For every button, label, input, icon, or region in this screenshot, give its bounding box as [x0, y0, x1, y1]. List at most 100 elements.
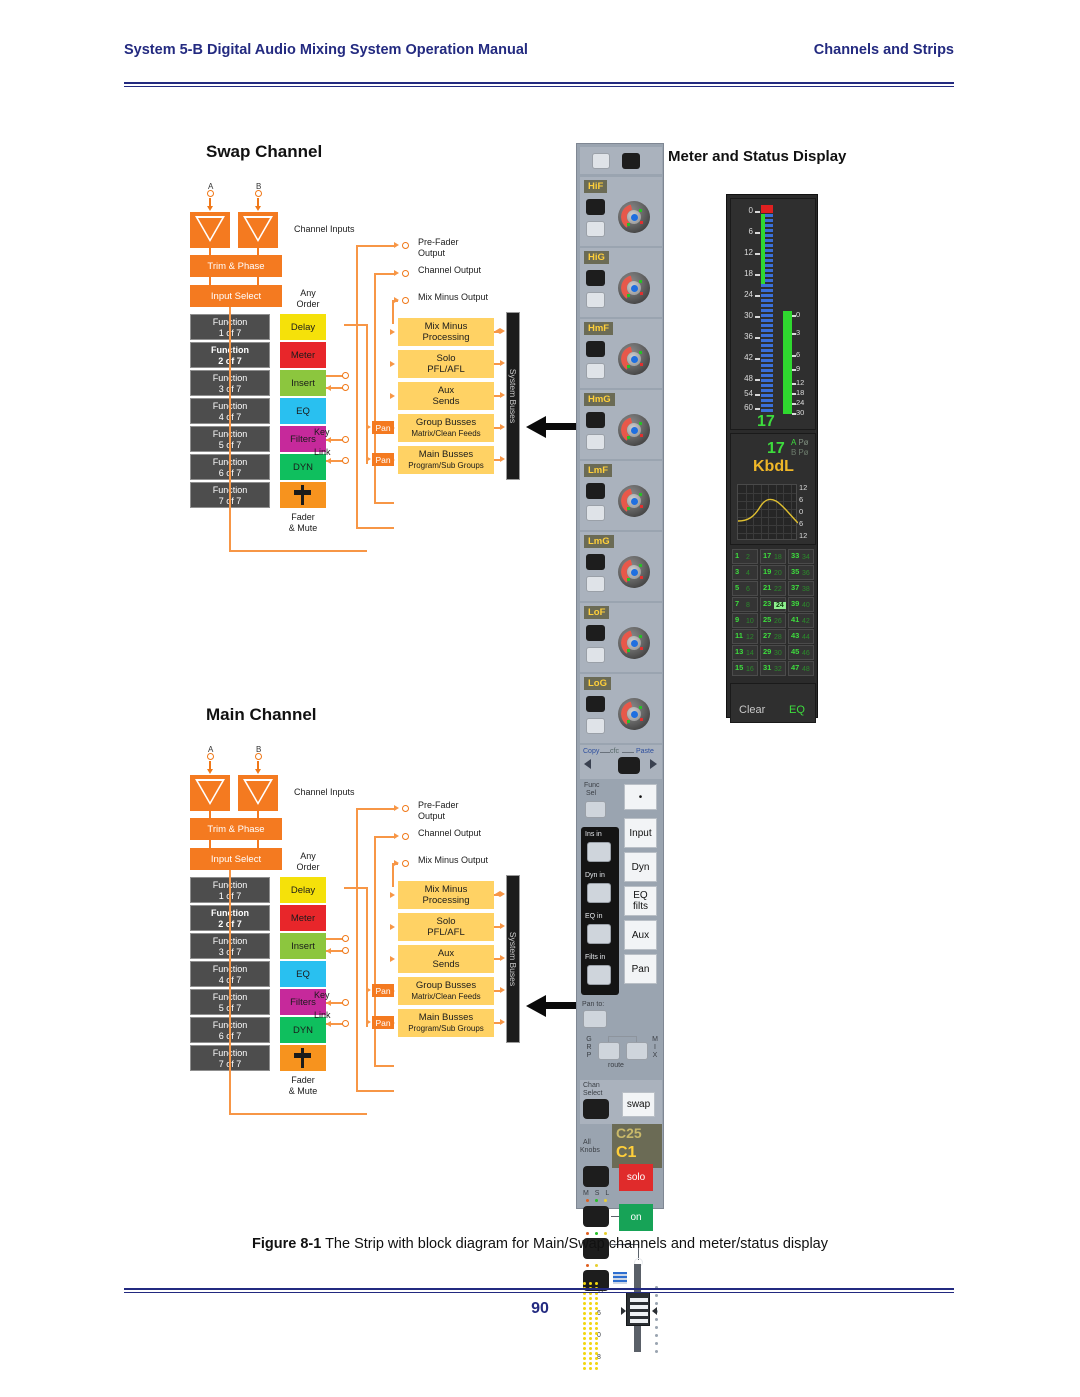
bus-grid-cell-7-8[interactable]: 78	[732, 597, 758, 612]
swap-bus-block-5[interactable]: Main Busses Program/Sub Groups	[398, 446, 494, 474]
main-bus-block-3[interactable]: Aux Sends	[398, 945, 494, 973]
route-mix-button[interactable]	[626, 1042, 648, 1060]
bus-grid-cell-9-10[interactable]: 9 10	[732, 613, 758, 628]
eq-band-lof-knob[interactable]	[618, 627, 650, 659]
bus-grid-cell-45-46[interactable]: 45 46	[788, 645, 814, 660]
bus-grid-cell-25-26[interactable]: 25 26	[760, 613, 786, 628]
bus-grid-cell-39-40[interactable]: 39 40	[788, 597, 814, 612]
pan-to-button[interactable]	[583, 1010, 607, 1028]
bus-grid-cell-47-48[interactable]: 47 48	[788, 661, 814, 676]
in-switch-button-3[interactable]	[587, 965, 611, 985]
copy-paste-dark-button[interactable]	[618, 757, 640, 774]
next-arrow-icon[interactable]	[650, 759, 657, 769]
eq-curve-window[interactable]	[737, 484, 798, 540]
bus-grid-cell-3-4[interactable]: 34	[732, 565, 758, 580]
main-output-jack-3[interactable]	[402, 860, 409, 867]
bus-grid-cell-27-28[interactable]: 27 28	[760, 629, 786, 644]
eq-band-hig-knob[interactable]	[618, 272, 650, 304]
swap-processor-eq[interactable]: EQ	[280, 398, 326, 424]
eq-band-log-light-button[interactable]	[586, 718, 605, 734]
main-processor-delay[interactable]: Delay	[280, 877, 326, 903]
clear-button[interactable]: Clear	[739, 704, 765, 716]
eq-soft-button[interactable]: EQ	[789, 704, 805, 716]
main-processor-eq[interactable]: EQ	[280, 961, 326, 987]
eq-band-lmg-knob[interactable]	[618, 556, 650, 588]
bus-grid-cell-1-2[interactable]: 12	[732, 549, 758, 564]
eq-band-hmf-dark-button[interactable]	[586, 341, 605, 357]
eq-band-hig-dark-button[interactable]	[586, 270, 605, 286]
swap-insert-send-jack[interactable]	[342, 372, 349, 379]
in-switch-button-0[interactable]	[587, 842, 611, 862]
swap-processor-fader[interactable]	[280, 482, 326, 508]
eq-band-hmg-light-button[interactable]	[586, 434, 605, 450]
in-switch-button-2[interactable]	[587, 924, 611, 944]
swap-pan-group[interactable]: Pan	[372, 421, 394, 434]
eq-band-lof-dark-button[interactable]	[586, 625, 605, 641]
bus-grid-cell-11-12[interactable]: 11 12	[732, 629, 758, 644]
main-pan-main[interactable]: Pan	[372, 1016, 394, 1029]
bus-grid-cell-19-20[interactable]: 19 20	[760, 565, 786, 580]
main-insert-send-jack[interactable]	[342, 935, 349, 942]
swap-output-jack-3[interactable]	[402, 297, 409, 304]
bus-grid-cell-33-34[interactable]: 33 34	[788, 549, 814, 564]
main-output-jack-1[interactable]	[402, 805, 409, 812]
swap-key-jack[interactable]	[342, 436, 349, 443]
eq-band-log-knob[interactable]	[618, 698, 650, 730]
strip-top-dark-button[interactable]	[622, 153, 640, 169]
main-bus-block-1[interactable]: Mix Minus Processing	[398, 881, 494, 909]
eq-band-lmg-light-button[interactable]	[586, 576, 605, 592]
swap-processor-insert[interactable]: Insert	[280, 370, 326, 396]
swap-output-jack-1[interactable]	[402, 242, 409, 249]
bus-grid-cell-43-44[interactable]: 43 44	[788, 629, 814, 644]
swap-processor-delay[interactable]: Delay	[280, 314, 326, 340]
page-button-pan[interactable]: Pan	[624, 954, 657, 984]
swap-processor-meter[interactable]: Meter	[280, 342, 326, 368]
strip-top-light-button[interactable]	[592, 153, 610, 169]
func-sel-button[interactable]	[585, 801, 606, 818]
bus-grid-cell-17-18[interactable]: 17 18	[760, 549, 786, 564]
bus-grid-cell-13-14[interactable]: 13 14	[732, 645, 758, 660]
copy-label[interactable]: Copy	[583, 748, 599, 756]
in-switch-button-1[interactable]	[587, 883, 611, 903]
chan-select-button[interactable]	[583, 1099, 609, 1119]
swap-bus-block-4[interactable]: Group Busses Matrix/Clean Feeds	[398, 414, 494, 442]
eq-band-lmf-knob[interactable]	[618, 485, 650, 517]
page-button-dot[interactable]: •	[624, 784, 657, 810]
swap-bus-block-3[interactable]: Aux Sends	[398, 382, 494, 410]
eq-band-lmg-dark-button[interactable]	[586, 554, 605, 570]
main-insert-return-jack[interactable]	[342, 947, 349, 954]
main-bus-block-5[interactable]: Main Busses Program/Sub Groups	[398, 1009, 494, 1037]
swap-button[interactable]: swap	[622, 1092, 655, 1117]
bus-grid-cell-31-32[interactable]: 31 32	[760, 661, 786, 676]
eq-band-hmg-dark-button[interactable]	[586, 412, 605, 428]
swap-pan-main[interactable]: Pan	[372, 453, 394, 466]
main-processor-fader[interactable]	[280, 1045, 326, 1071]
main-output-jack-2[interactable]	[402, 833, 409, 840]
page-button-input[interactable]: Input	[624, 818, 657, 848]
eq-band-hig-light-button[interactable]	[586, 292, 605, 308]
swap-bus-block-2[interactable]: Solo PFL/AFL	[398, 350, 494, 378]
main-bus-block-4[interactable]: Group Busses Matrix/Clean Feeds	[398, 977, 494, 1005]
main-processor-meter[interactable]: Meter	[280, 905, 326, 931]
main-pan-group[interactable]: Pan	[372, 984, 394, 997]
bus-grid-cell-23-24[interactable]: 23 24	[760, 597, 786, 612]
prev-arrow-icon[interactable]	[584, 759, 591, 769]
solo-select-dark-button[interactable]	[583, 1166, 609, 1187]
eq-band-hmf-knob[interactable]	[618, 343, 650, 375]
swap-bus-block-1[interactable]: Mix Minus Processing	[398, 318, 494, 346]
page-button-eq[interactable]: EQ filts	[624, 886, 657, 916]
main-processor-insert[interactable]: Insert	[280, 933, 326, 959]
route-grp-button[interactable]	[598, 1042, 620, 1060]
bus-grid-cell-5-6[interactable]: 56	[732, 581, 758, 596]
eq-band-hif-light-button[interactable]	[586, 221, 605, 237]
bus-grid-cell-41-42[interactable]: 41 42	[788, 613, 814, 628]
swap-link-jack[interactable]	[342, 457, 349, 464]
eq-band-hif-knob[interactable]	[618, 201, 650, 233]
eq-band-hmf-light-button[interactable]	[586, 363, 605, 379]
eq-band-hmg-knob[interactable]	[618, 414, 650, 446]
swap-output-jack-2[interactable]	[402, 270, 409, 277]
bus-grid-cell-37-38[interactable]: 37 38	[788, 581, 814, 596]
eq-band-lmf-light-button[interactable]	[586, 505, 605, 521]
page-button-dyn[interactable]: Dyn	[624, 852, 657, 882]
main-key-jack[interactable]	[342, 999, 349, 1006]
